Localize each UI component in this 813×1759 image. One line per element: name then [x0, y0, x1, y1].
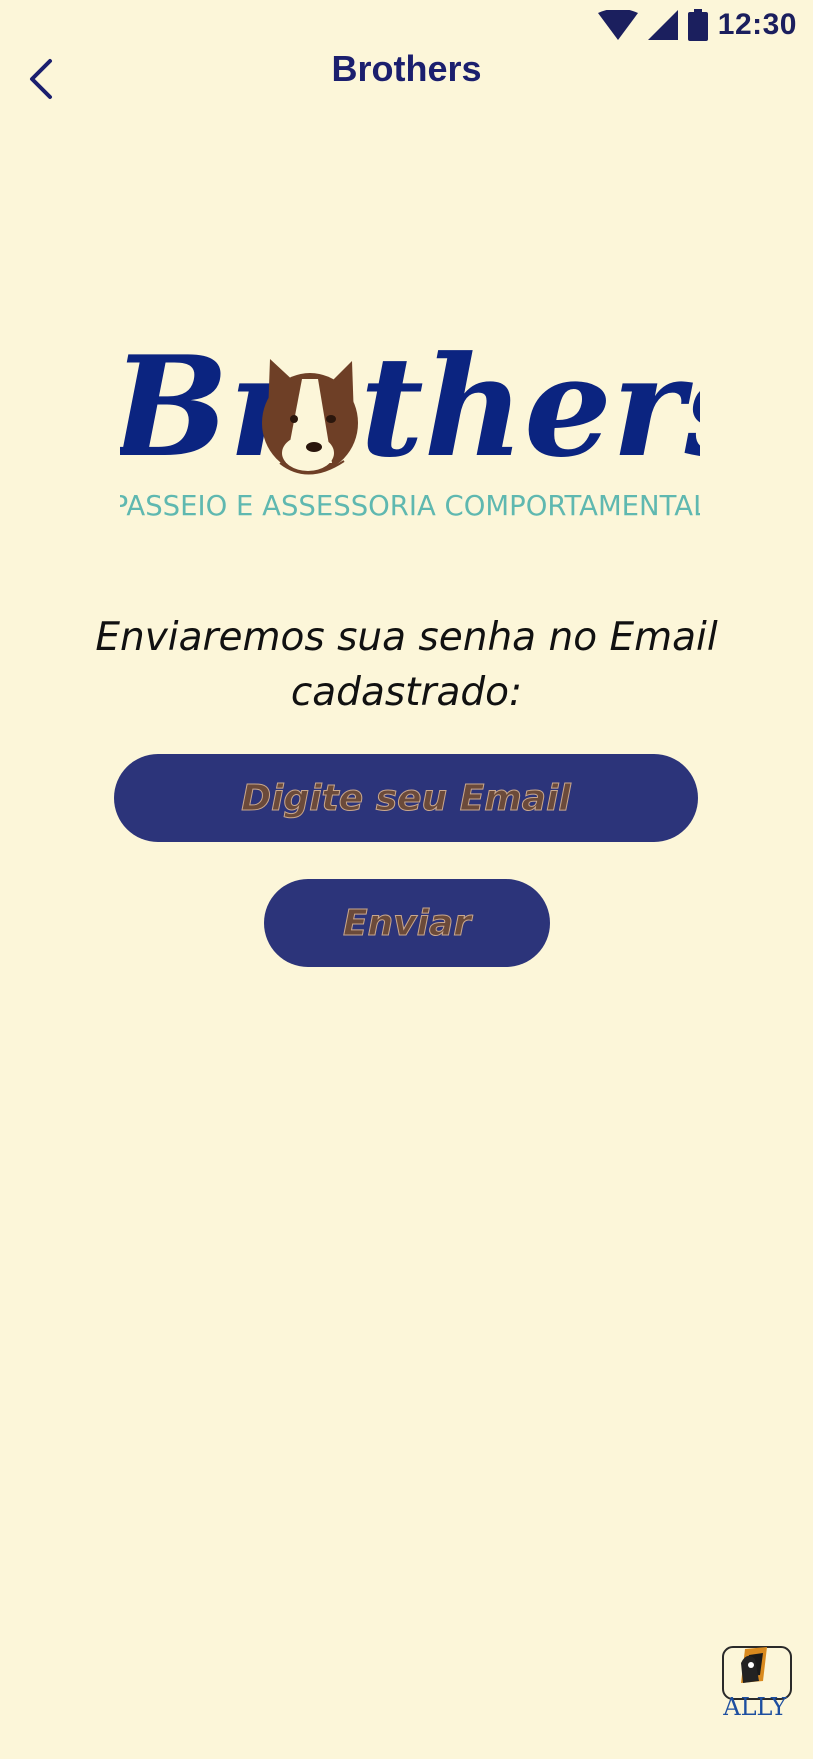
ally-logo: ALLY — [715, 1641, 795, 1721]
instruction-line-1: Enviaremos sua senha no Email — [95, 615, 718, 660]
battery-icon — [687, 9, 708, 41]
page-title: Brothers — [331, 48, 482, 89]
email-field[interactable] — [114, 754, 698, 842]
instruction-line-2: cadastrado: — [290, 670, 523, 715]
send-button[interactable]: Enviar — [264, 879, 550, 967]
logo-tagline: PASSEIO E ASSESSORIA COMPORTAMENTAL — [120, 490, 700, 522]
brand-logo: Br thers PASSEIO E ASSESSORIA COMPORTAME… — [108, 325, 762, 525]
app-bar: Brothers — [0, 38, 813, 118]
instruction-text: Enviaremos sua senha no Email cadastrado… — [80, 610, 733, 720]
cell-signal-icon — [647, 10, 678, 40]
status-time: 12:30 — [717, 8, 797, 41]
ally-text: ALLY — [722, 1693, 788, 1719]
dog-icon — [262, 359, 358, 475]
logo-brand-suffix: thers — [360, 335, 700, 488]
wifi-icon — [597, 10, 638, 40]
